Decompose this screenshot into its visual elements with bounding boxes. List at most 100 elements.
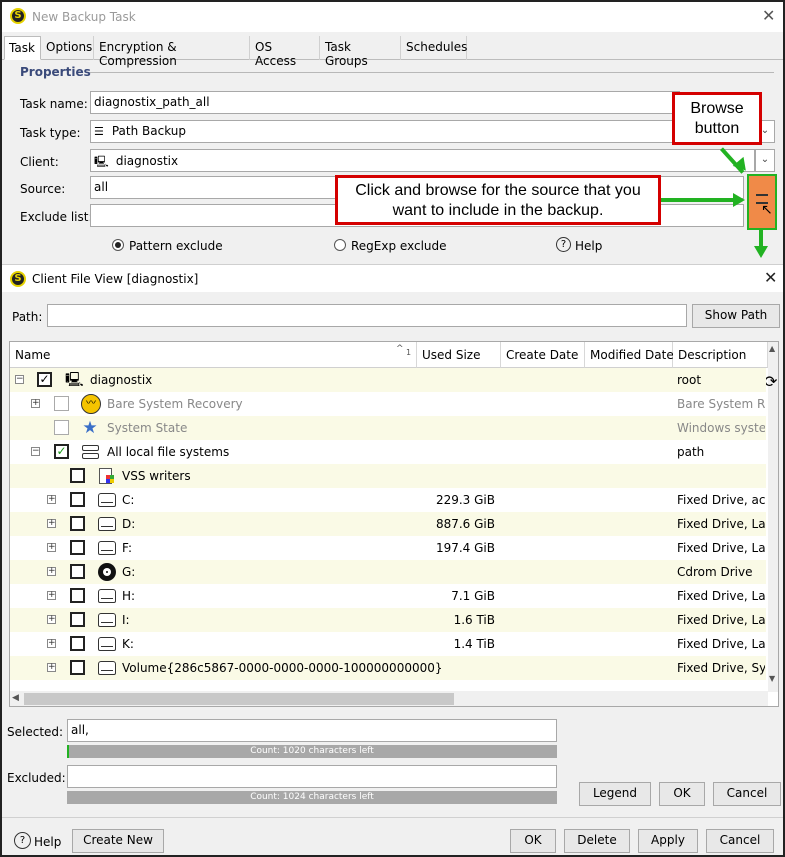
row-size: 229.3 GiB [435, 493, 495, 507]
expand-icon[interactable]: + [31, 399, 40, 408]
selected-input[interactable]: all, [67, 719, 557, 742]
expand-icon[interactable]: + [47, 543, 56, 552]
row-size: 1.4 TiB [453, 637, 495, 651]
tab-options[interactable]: Options [42, 36, 94, 60]
row-checkbox[interactable] [70, 564, 85, 579]
drive-icon [98, 589, 116, 603]
row-checkbox[interactable]: ✓ [37, 372, 52, 387]
task-type-icon: ☰ [94, 125, 104, 138]
path-input[interactable] [47, 304, 687, 327]
pattern-exclude-radio[interactable] [112, 239, 124, 251]
tree-row[interactable]: + H: 7.1 GiB Fixed Drive, Lab [10, 584, 766, 608]
file-view-close-icon[interactable]: ✕ [764, 268, 777, 287]
col-name[interactable]: Name [10, 342, 417, 368]
row-checkbox[interactable] [70, 636, 85, 651]
exclude-list-label: Exclude list: [20, 210, 93, 224]
tab-task-groups[interactable]: Task Groups [321, 36, 401, 68]
tab-os-access[interactable]: OS Access [251, 36, 320, 68]
row-name: G: [122, 565, 136, 579]
help-icon[interactable]: ? [556, 237, 571, 252]
file-view-ok-button[interactable]: OK [659, 782, 705, 806]
tree-row[interactable]: ★ System State Windows system [10, 416, 766, 440]
col-used-size[interactable]: Used Size [417, 342, 501, 368]
pattern-exclude-label[interactable]: Pattern exclude [129, 239, 223, 253]
row-checkbox[interactable] [70, 516, 85, 531]
tab-schedules[interactable]: Schedules [402, 36, 467, 60]
vertical-scrollbar[interactable]: ▲ ▼ [768, 342, 778, 692]
close-icon[interactable]: ✕ [762, 6, 775, 25]
row-checkbox[interactable] [54, 396, 69, 411]
arrow-head [733, 193, 745, 207]
row-checkbox[interactable] [54, 420, 69, 435]
tab-bar: Task Options Encryption & Compression OS… [2, 36, 783, 68]
expand-icon[interactable]: + [47, 639, 56, 648]
tab-task[interactable]: Task [4, 36, 41, 60]
browse-button[interactable]: ↖ [747, 174, 777, 230]
row-name: D: [122, 517, 136, 531]
row-checkbox[interactable] [70, 492, 85, 507]
tree-row[interactable]: + 〰 Bare System Recovery Bare System Re [10, 392, 766, 416]
footer-help-link[interactable]: Help [34, 835, 61, 849]
expand-icon[interactable]: + [47, 495, 56, 504]
client-select[interactable]: 🖳 diagnostix [90, 149, 755, 172]
apply-button[interactable]: Apply [638, 829, 698, 853]
tree-row[interactable]: + F: 197.4 GiB Fixed Drive, Lab [10, 536, 766, 560]
help-link[interactable]: Help [575, 239, 602, 253]
path-label: Path: [12, 310, 43, 324]
scroll-down-icon[interactable]: ▼ [769, 674, 775, 683]
tree-row[interactable]: − ✓ 🖳 diagnostix root [10, 368, 766, 392]
file-view-cancel-button[interactable]: Cancel [713, 782, 781, 806]
down-arrow-head [754, 246, 768, 258]
server-icon [81, 443, 99, 461]
tree-row[interactable]: + K: 1.4 TiB Fixed Drive, Lab [10, 632, 766, 656]
row-checkbox[interactable] [70, 660, 85, 675]
row-checkbox[interactable] [70, 588, 85, 603]
excluded-count-text: Count: 1024 characters left [250, 792, 374, 802]
regexp-exclude-label[interactable]: RegExp exclude [351, 239, 447, 253]
excluded-input[interactable] [67, 765, 557, 788]
row-name: H: [122, 589, 136, 603]
delete-button[interactable]: Delete [564, 829, 630, 853]
client-chevron-down-icon[interactable]: ⌄ [755, 149, 775, 172]
create-new-button[interactable]: Create New [72, 829, 164, 853]
tree-row[interactable]: VSS writers [10, 464, 766, 488]
row-checkbox[interactable]: ✓ [54, 444, 69, 459]
cancel-button[interactable]: Cancel [706, 829, 774, 853]
expand-icon[interactable]: + [47, 591, 56, 600]
col-create-date[interactable]: Create Date [501, 342, 585, 368]
col-modified-date[interactable]: Modified Date [585, 342, 674, 368]
refresh-icon[interactable]: ⟳ [764, 372, 777, 391]
tree-row[interactable]: + C: 229.3 GiB Fixed Drive, acti [10, 488, 766, 512]
tree-row[interactable]: + G: Cdrom Drive [10, 560, 766, 584]
legend-button[interactable]: Legend [579, 782, 651, 806]
scroll-up-icon[interactable]: ▲ [769, 344, 775, 353]
sort-caret-icon: ^ [396, 344, 404, 354]
tree-row[interactable]: + I: 1.6 TiB Fixed Drive, Lab [10, 608, 766, 632]
task-type-select[interactable]: ☰ Path Backup [90, 120, 680, 143]
row-size: 7.1 GiB [451, 589, 495, 603]
collapse-icon[interactable]: − [31, 447, 40, 456]
collapse-icon[interactable]: − [15, 375, 24, 384]
tree-row[interactable]: − ✓ All local file systems path [10, 440, 766, 464]
tab-encryption[interactable]: Encryption & Compression [95, 36, 250, 68]
show-path-button[interactable]: Show Path [692, 304, 780, 328]
expand-icon[interactable]: + [47, 519, 56, 528]
star-icon: ★ [82, 418, 98, 438]
row-checkbox[interactable] [70, 612, 85, 627]
row-checkbox[interactable] [70, 540, 85, 555]
tree-row[interactable]: + D: 887.6 GiB Fixed Drive, Lab [10, 512, 766, 536]
expand-icon[interactable]: + [47, 663, 56, 672]
task-name-input[interactable]: diagnostix_path_all [90, 91, 680, 114]
horizontal-scrollbar[interactable]: ◀ [10, 691, 768, 706]
regexp-exclude-radio[interactable] [334, 239, 346, 251]
scroll-thumb[interactable] [24, 693, 454, 705]
expand-icon[interactable]: + [47, 567, 56, 576]
scroll-left-icon[interactable]: ◀ [12, 693, 19, 703]
tree-row[interactable]: + Volume{286c5867-0000-0000-0000-1000000… [10, 656, 766, 680]
footer-help-icon[interactable]: ? [14, 832, 31, 849]
col-description[interactable]: Description [673, 342, 768, 368]
expand-icon[interactable]: + [47, 615, 56, 624]
row-checkbox[interactable] [70, 468, 85, 483]
ok-button[interactable]: OK [510, 829, 556, 853]
row-name: Bare System Recovery [107, 397, 243, 411]
